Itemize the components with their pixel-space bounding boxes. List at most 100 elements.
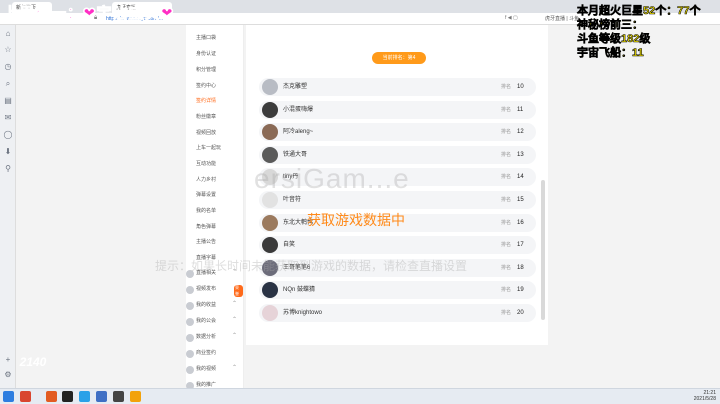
anchor-name[interactable]: 小混蛋嗨爆 — [283, 101, 313, 119]
rank-row[interactable]: 铁通大哥 排名 13 — [259, 145, 536, 164]
sidebar-item[interactable]: 粉丝徽章 — [196, 113, 216, 122]
start-icon[interactable] — [3, 391, 14, 402]
rank-row[interactable]: NQn 鼓蝶猜 排名 19 — [259, 281, 536, 300]
channel-logo: 2140 — [19, 355, 47, 369]
app-icon[interactable] — [46, 391, 57, 402]
rank-number: 11 — [517, 106, 524, 113]
avatar[interactable] — [262, 305, 278, 321]
watermark-text: ersiGam...e — [254, 163, 410, 194]
anchor-name[interactable]: 自笑 — [283, 236, 295, 254]
current-rank-button[interactable]: 当前排名：第4 — [372, 52, 426, 64]
sidebar-group-business[interactable]: 商业签约 — [196, 349, 216, 358]
avatar[interactable] — [262, 146, 278, 163]
avatar[interactable] — [262, 124, 278, 141]
sidebar-item[interactable]: 互动功能 — [196, 160, 216, 169]
rank-number: 20 — [517, 310, 524, 316]
rank-row[interactable]: 苏博knightowo 排名 20 — [259, 304, 536, 322]
rank-row[interactable]: 小混蛋嗨爆 排名 11 — [259, 100, 536, 119]
anchor-name[interactable]: 杰克雕塑 — [283, 78, 307, 96]
rank-label: 排名 — [501, 264, 512, 271]
sidebar-item[interactable]: 人力乡村 — [196, 176, 216, 185]
rank-number: 12 — [517, 129, 524, 136]
business-icon — [186, 350, 194, 358]
anchor-name[interactable]: 苏博knightowo — [283, 304, 322, 322]
rank-number: 15 — [517, 197, 524, 203]
sidebar-item[interactable]: 上车一起玩 — [196, 144, 221, 153]
taskbar: 21:21 2021/5/28 — [0, 388, 720, 404]
anchor-menu-sidebar: 主播口袋 身份认证 积分管理 签约中心 签约详情 粉丝徽章 视频回放 上车一起玩… — [186, 25, 244, 390]
app-icon[interactable] — [113, 391, 124, 402]
browser-icon[interactable] — [79, 391, 90, 402]
anchor-name[interactable]: 阿冷aleng~ — [283, 123, 313, 141]
anchor-name[interactable]: 铁通大哥 — [283, 146, 307, 164]
sidebar-item[interactable]: 身份认证 — [196, 50, 216, 59]
clock-date: 2021/5/28 — [693, 396, 716, 402]
rank-row[interactable]: 自笑 排名 17 — [259, 236, 536, 255]
rank-label: 排名 — [501, 287, 512, 294]
sidebar-item[interactable]: 我的名单 — [196, 207, 216, 216]
rank-label: 排名 — [501, 129, 512, 136]
analytics-icon — [186, 334, 194, 342]
app-icon[interactable] — [130, 391, 141, 402]
sidebar-item[interactable]: 主播公告 — [196, 238, 216, 247]
chevron-down-icon[interactable]: ⌃ — [232, 332, 237, 339]
rank-label: 排名 — [501, 174, 512, 181]
star-icon[interactable]: ☆ — [3, 45, 13, 55]
rank-label: 排名 — [501, 84, 512, 90]
sidebar-item[interactable]: 主播口袋 — [196, 34, 216, 43]
sidebar-group-my-video[interactable]: 我的视频 — [196, 365, 216, 374]
settings-icon[interactable]: ⚙ — [3, 370, 13, 380]
guild-icon — [186, 318, 194, 326]
rank-number: 16 — [517, 219, 524, 226]
sidebar-group-income[interactable]: 我的收益 — [196, 301, 216, 310]
sidebar-item[interactable]: 弹幕设置 — [196, 191, 216, 200]
sidebar-item[interactable]: 积分管理 — [196, 66, 216, 75]
hint-text: 提示：如果长时间未能获取到游戏的数据，请检查直播设置 — [155, 259, 468, 273]
scrollbar[interactable] — [541, 180, 545, 320]
sidebar-group-guild[interactable]: 我的公会 — [196, 317, 216, 326]
anchor-name[interactable]: NQn 鼓蝶猜 — [283, 281, 315, 299]
history-icon[interactable]: ◷ — [3, 62, 13, 72]
avatar[interactable] — [262, 101, 278, 118]
rank-label: 排名 — [501, 242, 512, 249]
stream-overlay-line: 宇宙飞船：11 — [577, 47, 644, 60]
chevron-down-icon[interactable]: ⌃ — [232, 316, 237, 323]
avatar[interactable] — [262, 79, 278, 95]
sidebar-item[interactable]: 签约中心 — [196, 82, 216, 91]
sidebar-item-active[interactable]: 签约详情 — [196, 97, 216, 106]
rank-number: 19 — [517, 287, 524, 294]
notes-icon[interactable]: ▤ — [3, 96, 13, 106]
home-icon[interactable]: ⌂ — [3, 29, 13, 39]
sidebar-group-analytics[interactable]: 数据分析 — [196, 333, 216, 342]
mail-icon[interactable]: ✉ — [3, 113, 13, 123]
search-icon[interactable]: ⌕ — [3, 79, 13, 89]
chevron-down-icon[interactable]: ⌃ — [232, 364, 237, 371]
download-icon[interactable]: ⬇ — [3, 147, 13, 157]
income-icon — [186, 302, 194, 310]
rank-label: 排名 — [501, 151, 512, 158]
chat-icon[interactable]: ◯ — [3, 130, 13, 140]
avatar[interactable] — [262, 237, 278, 254]
add-icon[interactable]: + — [3, 355, 13, 365]
extension-label[interactable]: 虎牙直播 | 斗鱼 — [545, 15, 579, 22]
rank-label: 排名 — [501, 197, 512, 203]
sidebar-group-video[interactable]: 视频发布 — [196, 285, 216, 294]
share-icon[interactable]: f ◀ ▢ — [505, 15, 518, 21]
sidebar-item[interactable]: 角色弹幕 — [196, 223, 216, 232]
sidebar-item[interactable]: 视频回放 — [196, 129, 216, 138]
rank-row[interactable]: 阿冷aleng~ 排名 12 — [259, 123, 536, 142]
my-video-icon — [186, 366, 194, 374]
rank-number: 17 — [517, 242, 524, 249]
browser-side-panel: ⌂ ☆ ◷ ⌕ ▤ ✉ ◯ ⬇ ⚲ + ⚙ — [0, 25, 16, 388]
rank-label: 排名 — [501, 219, 512, 226]
loading-message: 获取游戏数据中 — [307, 212, 405, 228]
chevron-down-icon[interactable]: ⌃ — [232, 300, 237, 307]
app-icon[interactable] — [96, 391, 107, 402]
video-icon — [186, 286, 194, 294]
cart-icon[interactable]: ⚲ — [3, 164, 13, 174]
rank-row[interactable]: 杰克雕塑 排名 10 — [259, 78, 536, 96]
avatar[interactable] — [262, 214, 278, 231]
avatar[interactable] — [262, 282, 278, 299]
app-icon[interactable] — [20, 391, 31, 402]
app-icon[interactable] — [62, 391, 73, 402]
